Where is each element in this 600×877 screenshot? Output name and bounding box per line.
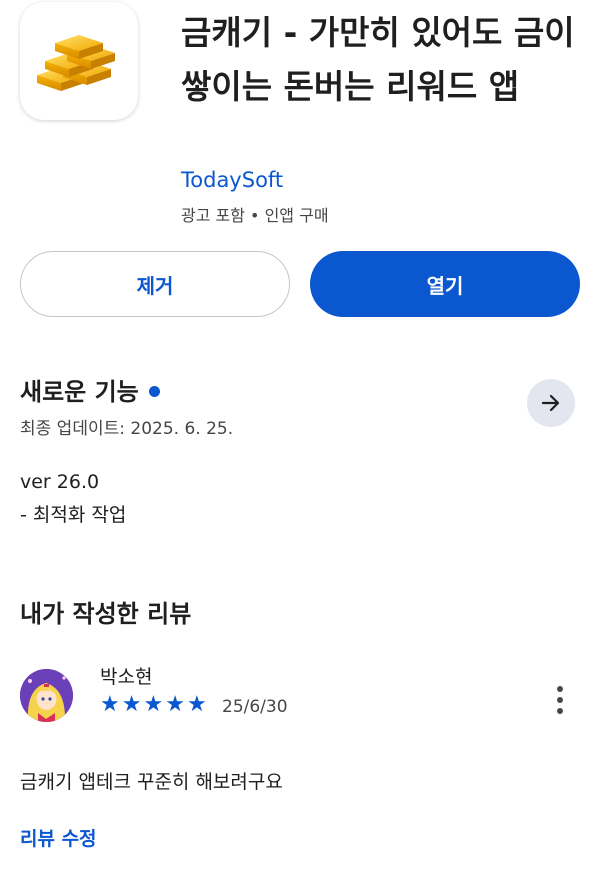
star-icon: ★ xyxy=(165,692,185,717)
remove-button[interactable]: 제거 xyxy=(20,251,290,317)
star-rating: ★ ★ ★ ★ ★ xyxy=(100,694,207,716)
more-options-button[interactable] xyxy=(548,682,572,718)
star-icon: ★ xyxy=(143,692,164,717)
more-vert-icon xyxy=(557,686,563,692)
release-note-line: ver 26.0 xyxy=(20,471,100,493)
app-title: 금캐기 - 가만히 있어도 금이 쌓이는 돈버는 리워드 앱 xyxy=(181,13,575,106)
gold-bars-icon xyxy=(37,35,115,91)
star-icon: ★ xyxy=(121,692,142,717)
review-date: 25/6/30 xyxy=(222,697,288,717)
app-icon xyxy=(20,2,138,120)
arrow-right-icon xyxy=(541,394,560,412)
star-icon: ★ xyxy=(186,692,207,717)
whats-new-arrow-button[interactable] xyxy=(527,379,575,427)
release-notes: ver 26.0 - 최적화 작업 xyxy=(20,466,126,532)
edit-review-link[interactable]: 리뷰 수정 xyxy=(20,824,97,851)
open-button[interactable]: 열기 xyxy=(310,251,580,317)
app-meta: 광고 포함 • 인앱 구매 xyxy=(181,206,329,225)
whats-new-title: 새로운 기능 xyxy=(20,378,139,406)
new-indicator-dot xyxy=(148,385,160,397)
star-icon: ★ xyxy=(100,692,120,717)
last-updated: 최종 업데이트: 2025. 6. 25. xyxy=(20,419,234,439)
developer-link[interactable]: TodaySoft xyxy=(181,168,283,192)
whats-new-heading[interactable]: 새로운 기능 xyxy=(20,372,160,407)
my-review-title: 내가 작성한 리뷰 xyxy=(20,600,192,628)
avatar xyxy=(20,669,73,722)
reviewer-name: 박소현 xyxy=(100,666,153,688)
release-note-line: - 최적화 작업 xyxy=(20,504,127,526)
review-text: 금캐기 앱테크 꾸준히 해보려구요 xyxy=(20,771,283,793)
